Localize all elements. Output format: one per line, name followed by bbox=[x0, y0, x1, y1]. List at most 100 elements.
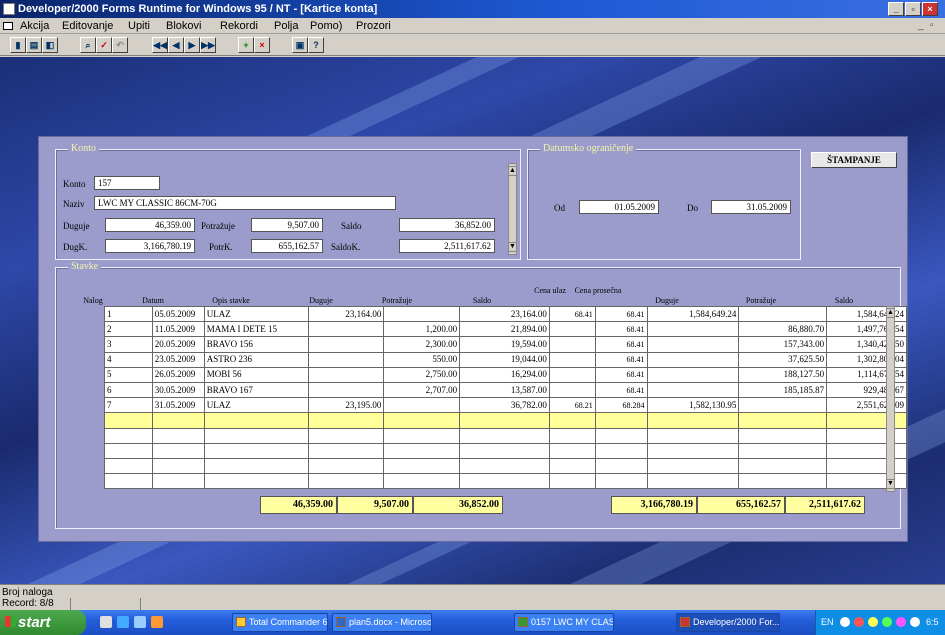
cell-potrazuje[interactable] bbox=[383, 305, 461, 323]
empty-cell[interactable] bbox=[307, 442, 385, 459]
cell-duguje[interactable] bbox=[307, 366, 385, 383]
empty-cell[interactable] bbox=[548, 473, 596, 490]
cell-potrazuje-k[interactable]: 157,343.00 bbox=[738, 336, 828, 353]
cell-duguje[interactable] bbox=[307, 321, 385, 338]
show-desktop-icon[interactable] bbox=[100, 616, 112, 628]
saldo-field[interactable]: 36,852.00 bbox=[399, 218, 495, 232]
saldok-field[interactable]: 2,511,617.62 bbox=[399, 239, 495, 253]
cell-opis[interactable]: ULAZ bbox=[203, 397, 309, 414]
cell-cena-ulaz[interactable]: 68.41 bbox=[548, 305, 596, 323]
update-icon[interactable] bbox=[882, 617, 892, 627]
empty-cell[interactable] bbox=[594, 473, 648, 490]
cell-saldo[interactable]: 23,164.00 bbox=[459, 305, 550, 323]
table-row[interactable]: 6 30.05.2009 BRAVO 167 2,707.00 13,587.00 68.… bbox=[104, 381, 907, 399]
duguje-field[interactable]: 46,359.00 bbox=[105, 218, 195, 232]
last-record-icon[interactable]: ▶▶ bbox=[200, 37, 216, 53]
cell-potrazuje-k[interactable]: 188,127.50 bbox=[738, 366, 828, 383]
first-record-icon[interactable]: ◀◀ bbox=[152, 37, 168, 53]
cell-duguje-k[interactable] bbox=[646, 366, 740, 383]
scroll-down-icon[interactable]: ▼ bbox=[508, 242, 517, 252]
mail-icon[interactable] bbox=[151, 616, 163, 628]
empty-cell[interactable] bbox=[548, 442, 596, 459]
chat-icon[interactable] bbox=[896, 617, 906, 627]
cell-nalog[interactable]: 2 bbox=[104, 321, 153, 338]
cell-cena-prosecna[interactable]: 68.41 bbox=[594, 381, 648, 399]
cell-cena-prosecna[interactable]: 68.41 bbox=[594, 336, 648, 353]
empty-cell[interactable] bbox=[307, 427, 385, 444]
network-icon[interactable] bbox=[840, 617, 850, 627]
cell-cena-ulaz[interactable] bbox=[548, 381, 596, 399]
empty-cell[interactable] bbox=[151, 457, 205, 475]
cell-datum[interactable]: 20.05.2009 bbox=[151, 336, 205, 353]
menu-akcija[interactable]: Akcija bbox=[20, 19, 49, 33]
empty-cell[interactable] bbox=[104, 442, 153, 459]
menu-rekordi[interactable]: Rekordi bbox=[220, 19, 258, 33]
empty-cell[interactable] bbox=[548, 457, 596, 475]
task-total-commander[interactable]: Total Commander 6.... bbox=[232, 613, 328, 632]
cell-cena-prosecna[interactable]: 68.41 bbox=[594, 351, 648, 368]
cell-saldo[interactable]: 16,294.00 bbox=[459, 366, 550, 383]
exit-icon[interactable]: ◧ bbox=[42, 37, 58, 53]
cell-cena-prosecna[interactable]: 68.284 bbox=[594, 397, 648, 414]
cell-nalog[interactable]: 6 bbox=[104, 381, 153, 399]
empty-cell[interactable] bbox=[646, 412, 740, 429]
empty-cell[interactable] bbox=[307, 457, 385, 475]
empty-cell[interactable] bbox=[738, 442, 828, 459]
cell-duguje[interactable]: 23,195.00 bbox=[307, 397, 385, 414]
empty-cell[interactable] bbox=[104, 473, 153, 490]
cell-duguje[interactable] bbox=[307, 381, 385, 399]
cell-potrazuje-k[interactable] bbox=[738, 305, 828, 323]
empty-row[interactable] bbox=[104, 442, 907, 459]
cell-datum[interactable]: 11.05.2009 bbox=[151, 321, 205, 338]
antivirus-icon[interactable] bbox=[854, 617, 864, 627]
empty-cell[interactable] bbox=[459, 412, 550, 429]
list-values-icon[interactable]: ▣ bbox=[292, 37, 308, 53]
cell-duguje-k[interactable] bbox=[646, 336, 740, 353]
empty-cell[interactable] bbox=[548, 412, 596, 429]
empty-cell[interactable] bbox=[307, 473, 385, 490]
empty-cell[interactable] bbox=[151, 442, 205, 459]
menu-prozori[interactable]: Prozori bbox=[356, 19, 391, 33]
empty-cell[interactable] bbox=[459, 427, 550, 444]
cell-duguje[interactable] bbox=[307, 351, 385, 368]
potk-field[interactable]: 655,162.57 bbox=[251, 239, 323, 253]
cell-saldo[interactable]: 13,587.00 bbox=[459, 381, 550, 399]
task-excel[interactable]: 0157 LWC MY CLASS... bbox=[514, 613, 614, 632]
menu-pomoc[interactable]: Pomo) bbox=[310, 19, 342, 33]
cell-potrazuje[interactable]: 1,200.00 bbox=[383, 321, 461, 338]
minimize-button[interactable]: _ bbox=[888, 2, 904, 16]
grid-scroll-up-icon[interactable]: ▲ bbox=[886, 308, 895, 318]
cell-duguje-k[interactable] bbox=[646, 381, 740, 399]
volume-icon[interactable] bbox=[910, 617, 920, 627]
cell-opis[interactable]: ULAZ bbox=[203, 305, 309, 323]
cell-cena-prosecna[interactable]: 68.41 bbox=[594, 321, 648, 338]
empty-cell[interactable] bbox=[203, 442, 309, 459]
start-button[interactable]: start bbox=[0, 610, 86, 635]
maximize-button[interactable]: ▫ bbox=[905, 2, 921, 16]
security-icon[interactable] bbox=[868, 617, 878, 627]
empty-cell[interactable] bbox=[203, 427, 309, 444]
cell-saldo[interactable]: 21,894.00 bbox=[459, 321, 550, 338]
explorer-icon[interactable] bbox=[134, 616, 146, 628]
empty-cell[interactable] bbox=[459, 457, 550, 475]
empty-cell[interactable] bbox=[104, 412, 153, 429]
mdi-minimize-button[interactable]: _ bbox=[918, 20, 924, 31]
cell-cena-ulaz[interactable] bbox=[548, 336, 596, 353]
empty-cell[interactable] bbox=[383, 473, 461, 490]
konto-scrollbar[interactable]: ▲ ▼ bbox=[508, 163, 517, 255]
empty-cell[interactable] bbox=[594, 457, 648, 475]
cell-cena-prosecna[interactable]: 68.41 bbox=[594, 366, 648, 383]
empty-cell[interactable] bbox=[738, 412, 828, 429]
cell-potrazuje-k[interactable] bbox=[738, 397, 828, 414]
cell-duguje[interactable] bbox=[307, 336, 385, 353]
empty-cell[interactable] bbox=[203, 457, 309, 475]
empty-cell[interactable] bbox=[646, 473, 740, 490]
cell-opis[interactable]: BRAVO 156 bbox=[203, 336, 309, 353]
print-icon[interactable]: ▤ bbox=[26, 37, 42, 53]
cell-cena-ulaz[interactable] bbox=[548, 351, 596, 368]
menu-editovanje[interactable]: Editovanje bbox=[62, 19, 113, 33]
empty-cell[interactable] bbox=[594, 412, 648, 429]
scroll-up-icon[interactable]: ▲ bbox=[508, 166, 517, 176]
cell-nalog[interactable]: 1 bbox=[104, 305, 153, 323]
naziv-field[interactable]: LWC MY CLASSIC 86CM-70G bbox=[94, 196, 396, 210]
